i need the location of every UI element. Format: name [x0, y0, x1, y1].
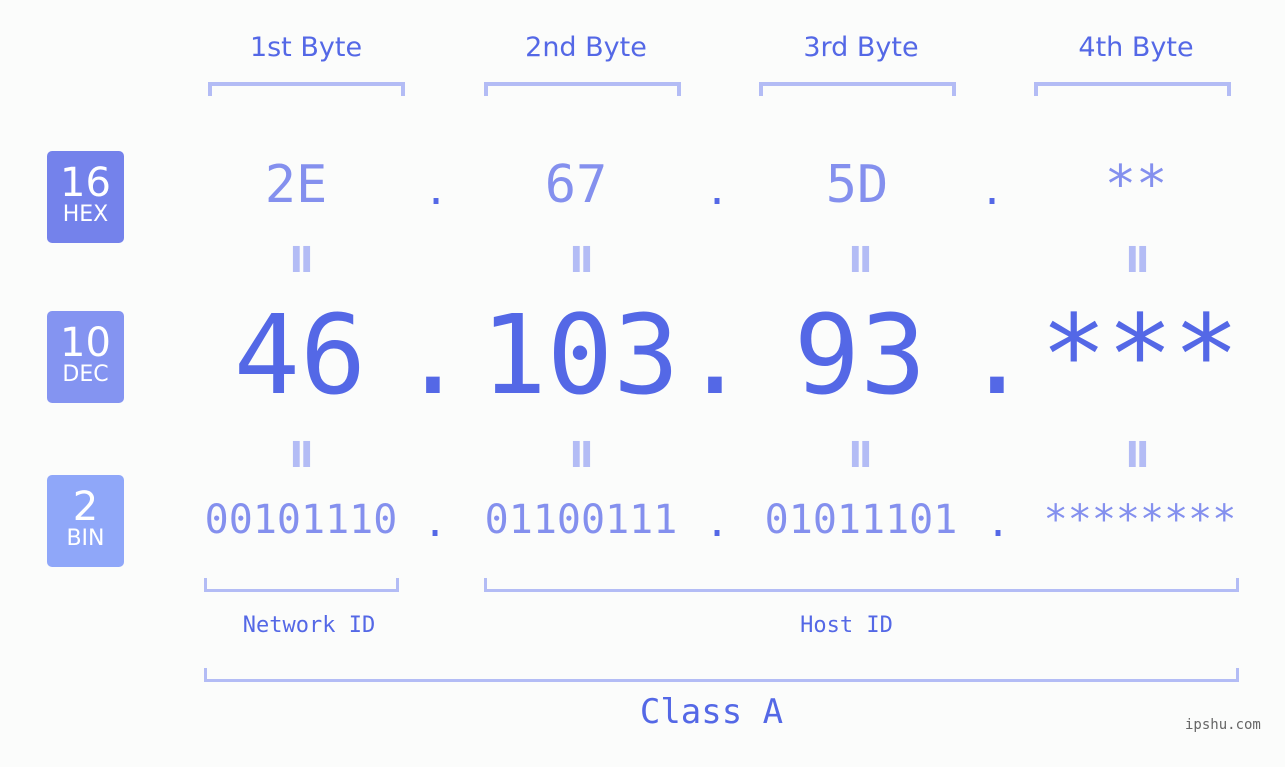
equals-icon: II	[569, 240, 594, 281]
dec-badge: 10 DEC	[47, 311, 124, 403]
byte-bracket-2	[484, 82, 681, 96]
bin-byte-2: 01100111	[484, 497, 678, 543]
dec-byte-2: 103	[480, 291, 680, 419]
byte-bracket-4	[1034, 82, 1231, 96]
bin-badge-number: 2	[72, 484, 99, 530]
dec-badge-number: 10	[60, 320, 111, 366]
hex-badge-label: HEX	[62, 202, 109, 227]
equals-icon: II	[289, 435, 314, 476]
byte-header-2: 2nd Byte	[525, 32, 647, 63]
dec-byte-3: 93	[793, 291, 927, 419]
hex-byte-2: 67	[544, 155, 608, 215]
class-label: Class A	[639, 692, 784, 732]
equals-icon: II	[289, 240, 314, 281]
bin-dot-1: .	[422, 500, 448, 546]
hex-byte-3: 5D	[825, 155, 889, 215]
network-id-label: Network ID	[242, 613, 376, 638]
bin-badge-label: BIN	[66, 526, 105, 551]
equals-icon: II	[848, 435, 873, 476]
byte-header-1: 1st Byte	[249, 32, 363, 63]
bin-dot-3: .	[985, 500, 1011, 546]
equals-icon: II	[1125, 435, 1150, 476]
hex-byte-1: 2E	[264, 155, 328, 215]
hex-dot-2: .	[704, 168, 730, 214]
class-bracket	[204, 668, 1239, 682]
equals-icon: II	[569, 435, 594, 476]
host-id-label: Host ID	[800, 613, 893, 638]
dec-dot-1: .	[399, 291, 467, 419]
dec-dot-3: .	[963, 291, 1031, 419]
dec-dot-2: .	[681, 291, 749, 419]
dec-badge-label: DEC	[62, 362, 109, 387]
host-id-bracket	[484, 578, 1239, 592]
hex-byte-4: **	[1104, 155, 1168, 215]
byte-header-3: 3rd Byte	[803, 32, 919, 63]
bin-dot-2: .	[704, 500, 730, 546]
hex-dot-1: .	[423, 168, 449, 214]
equals-icon: II	[1125, 240, 1150, 281]
equals-icon: II	[848, 240, 873, 281]
byte-bracket-3	[759, 82, 956, 96]
watermark: ipshu.com	[1185, 717, 1261, 733]
network-id-bracket	[204, 578, 399, 592]
hex-badge: 16 HEX	[47, 151, 124, 243]
bin-byte-4: ********	[1043, 497, 1237, 543]
byte-bracket-1	[208, 82, 405, 96]
dec-byte-4: ***	[1040, 291, 1240, 419]
bin-badge: 2 BIN	[47, 475, 124, 567]
hex-badge-number: 16	[60, 160, 111, 206]
hex-dot-3: .	[979, 168, 1005, 214]
byte-header-4: 4th Byte	[1078, 32, 1194, 63]
dec-byte-1: 46	[233, 291, 367, 419]
bin-byte-3: 01011101	[764, 497, 958, 543]
bin-byte-1: 00101110	[204, 497, 398, 543]
